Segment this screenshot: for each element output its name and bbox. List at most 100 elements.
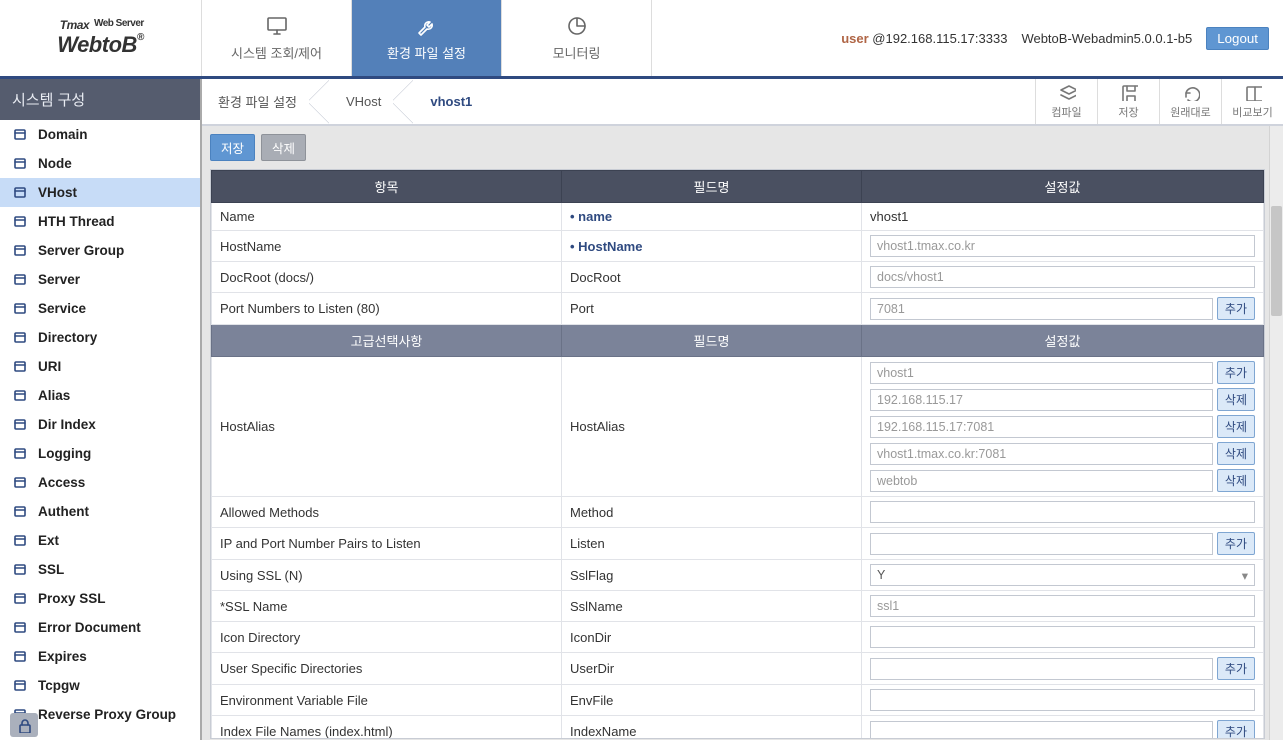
add-button[interactable]: 추가: [1217, 657, 1255, 680]
tab-system[interactable]: 시스템 조회/제어: [202, 0, 352, 76]
crumb-section[interactable]: VHost: [320, 79, 404, 124]
item-cell: HostName: [212, 231, 562, 262]
vertical-scrollbar[interactable]: [1269, 126, 1283, 740]
item-cell: *SSL Name: [212, 591, 562, 622]
delete-button[interactable]: 삭제: [1217, 388, 1255, 411]
nav-icon: [12, 445, 28, 461]
sidebar-item-logging[interactable]: Logging: [0, 439, 200, 468]
logo-small: Tmax: [60, 18, 89, 32]
sidebar-item-tcpgw[interactable]: Tcpgw: [0, 671, 200, 700]
table-row: IP and Port Number Pairs to ListenListen…: [212, 528, 1264, 560]
sidebar-item-ext[interactable]: Ext: [0, 526, 200, 555]
nav-icon: [12, 619, 28, 635]
table-row: DocRoot (docs/)DocRoot: [212, 262, 1264, 293]
sidebar-item-node[interactable]: Node: [0, 149, 200, 178]
tab-config[interactable]: 환경 파일 설정: [352, 0, 502, 76]
hostalias-input[interactable]: [870, 470, 1213, 492]
save-button[interactable]: 저장: [1097, 79, 1159, 124]
crumb-root[interactable]: 환경 파일 설정: [202, 79, 320, 124]
sidebar-item-hth-thread[interactable]: HTH Thread: [0, 207, 200, 236]
nav-icon: [12, 561, 28, 577]
value-input[interactable]: [870, 721, 1213, 740]
field-cell: HostAlias: [562, 357, 862, 497]
sidebar-item-expires[interactable]: Expires: [0, 642, 200, 671]
form-delete-button[interactable]: 삭제: [261, 134, 306, 161]
compile-button[interactable]: 컴파일: [1035, 79, 1097, 124]
nav-icon: [12, 184, 28, 200]
sidebar-item-alias[interactable]: Alias: [0, 381, 200, 410]
sidebar-item-error-document[interactable]: Error Document: [0, 613, 200, 642]
add-button[interactable]: 추가: [1217, 720, 1255, 739]
collapse-sidebar-button[interactable]: [10, 713, 38, 737]
hostalias-input[interactable]: [870, 389, 1213, 411]
value-input[interactable]: [870, 626, 1255, 648]
delete-button[interactable]: 삭제: [1217, 415, 1255, 438]
sidebar-item-service[interactable]: Service: [0, 294, 200, 323]
sidebar-item-label: HTH Thread: [38, 214, 115, 229]
sidebar-item-domain[interactable]: Domain: [0, 120, 200, 149]
sidebar-item-access[interactable]: Access: [0, 468, 200, 497]
tab-system-label: 시스템 조회/제어: [231, 43, 322, 62]
sidebar-item-proxy-ssl[interactable]: Proxy SSL: [0, 584, 200, 613]
field-cell[interactable]: HostName: [562, 231, 862, 262]
crumb-current: vhost1: [404, 79, 495, 124]
hostalias-input[interactable]: [870, 443, 1213, 465]
config-table-wrap[interactable]: 항목 필드명 설정값 Namenamevhost1HostNameHostNam…: [210, 169, 1265, 739]
value-cell: [862, 591, 1264, 622]
logout-button[interactable]: Logout: [1206, 27, 1269, 50]
nav-icon: [12, 155, 28, 171]
sidebar-item-directory[interactable]: Directory: [0, 323, 200, 352]
sidebar-item-label: Server Group: [38, 243, 124, 258]
add-button[interactable]: 추가: [1217, 532, 1255, 555]
compile-label: 컴파일: [1051, 104, 1081, 120]
value-input[interactable]: [870, 533, 1213, 555]
sidebar-item-label: Service: [38, 301, 86, 316]
add-button[interactable]: 추가: [1217, 361, 1255, 384]
sidebar-item-vhost[interactable]: VHost: [0, 178, 200, 207]
value-input[interactable]: [870, 266, 1255, 288]
compare-label: 비교보기: [1232, 104, 1272, 120]
compare-button[interactable]: 비교보기: [1221, 79, 1283, 124]
header-right: user @192.168.115.17:3333 WebtoB-Webadmi…: [652, 0, 1283, 76]
value-input[interactable]: [870, 689, 1255, 711]
value-input[interactable]: [870, 658, 1213, 680]
delete-button[interactable]: 삭제: [1217, 469, 1255, 492]
tab-config-label: 환경 파일 설정: [387, 43, 466, 62]
hostalias-input[interactable]: [870, 416, 1213, 438]
sidebar-item-server-group[interactable]: Server Group: [0, 236, 200, 265]
scrollbar-thumb[interactable]: [1271, 206, 1282, 316]
revert-button[interactable]: 원래대로: [1159, 79, 1221, 124]
sidebar: 시스템 구성 DomainNodeVHost HTH Thread Server G…: [0, 79, 202, 740]
sidebar-item-server[interactable]: Server: [0, 265, 200, 294]
value-cell: 추가: [862, 528, 1264, 560]
sidebar-item-authent[interactable]: Authent: [0, 497, 200, 526]
th-value: 설정값: [862, 171, 1264, 203]
sidebar-item-dir-index[interactable]: Dir Index: [0, 410, 200, 439]
hostalias-input[interactable]: [870, 362, 1213, 384]
table-row: Using SSL (N)SslFlagY▾: [212, 560, 1264, 591]
tab-monitoring[interactable]: 모니터링: [502, 0, 652, 76]
field-cell: DocRoot: [562, 262, 862, 293]
sidebar-title: 시스템 구성: [0, 79, 200, 120]
delete-button[interactable]: 삭제: [1217, 442, 1255, 465]
th-adv: 고급선택사항: [212, 325, 562, 357]
add-button[interactable]: 추가: [1217, 297, 1255, 320]
save-label: 저장: [1118, 104, 1138, 120]
field-cell[interactable]: name: [562, 203, 862, 231]
form-save-button[interactable]: 저장: [210, 134, 255, 161]
sidebar-item-label: Reverse Proxy Group: [38, 707, 176, 722]
value-input[interactable]: [870, 595, 1255, 617]
sidebar-item-label: Logging: [38, 446, 91, 461]
field-cell: SslFlag: [562, 560, 862, 591]
sidebar-item-ssl[interactable]: SSL: [0, 555, 200, 584]
value-input[interactable]: [870, 501, 1255, 523]
chevron-down-icon: ▾: [1242, 568, 1248, 583]
lock-icon: [16, 717, 32, 733]
sidebar-item-label: Ext: [38, 533, 59, 548]
value-input[interactable]: [870, 298, 1213, 320]
logo: Tmax Web Server WebtoB®: [0, 0, 202, 76]
value-input[interactable]: [870, 235, 1255, 257]
sidebar-item-uri[interactable]: URI: [0, 352, 200, 381]
editor-pane: 저장 삭제 항목 필드명 설정값 Namenamevhost1HostNameH…: [202, 125, 1283, 740]
select-dropdown[interactable]: Y▾: [870, 564, 1255, 586]
